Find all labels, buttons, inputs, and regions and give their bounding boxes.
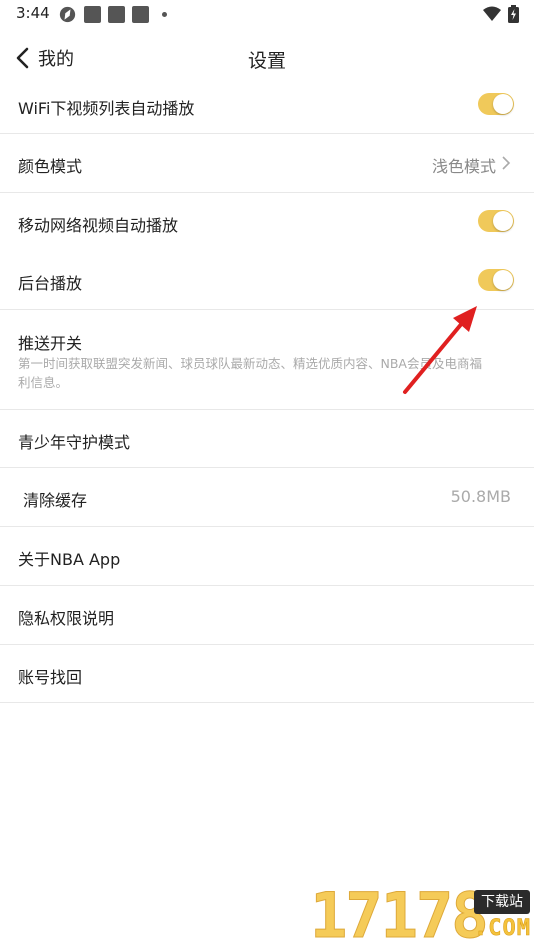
toggle-knob bbox=[493, 270, 513, 290]
annotation-arrow bbox=[403, 306, 477, 394]
setting-label: 清除缓存 bbox=[23, 491, 88, 510]
toggle-knob bbox=[493, 94, 513, 114]
color-mode-value: 浅色模式 bbox=[431, 157, 496, 176]
status-time: 3:44 bbox=[16, 4, 50, 22]
setting-label: 颜色模式 bbox=[18, 157, 83, 176]
setting-youth-mode[interactable]: 青少年守护模式 bbox=[0, 410, 534, 468]
setting-label: WiFi下视频列表自动播放 bbox=[18, 99, 195, 118]
setting-label: 推送开关 bbox=[18, 334, 83, 353]
background-play-toggle[interactable] bbox=[478, 269, 514, 291]
setting-privacy[interactable]: 隐私权限说明 bbox=[0, 586, 534, 645]
setting-about[interactable]: 关于NBA App bbox=[0, 527, 534, 586]
watermark-suffix: .COM bbox=[474, 916, 531, 942]
toggle-knob bbox=[493, 211, 513, 231]
battery-charging-icon bbox=[508, 5, 519, 23]
setting-label: 后台播放 bbox=[18, 274, 83, 293]
setting-label: 青少年守护模式 bbox=[18, 433, 131, 452]
setting-account-recovery[interactable]: 账号找回 bbox=[0, 645, 534, 703]
watermark-logo: 17178 下载站 .COM bbox=[308, 879, 534, 950]
setting-label: 关于NBA App bbox=[18, 550, 121, 569]
notification-square-icon bbox=[108, 6, 125, 23]
cache-size-value: 50.8MB bbox=[450, 487, 511, 506]
more-dot-icon bbox=[162, 12, 167, 17]
setting-color-mode[interactable]: 颜色模式 浅色模式 bbox=[0, 134, 534, 193]
mobile-autoplay-toggle[interactable] bbox=[478, 210, 514, 232]
setting-label: 隐私权限说明 bbox=[18, 609, 115, 628]
wifi-icon bbox=[483, 6, 501, 21]
notification-square-icon bbox=[84, 6, 101, 23]
setting-clear-cache[interactable]: 清除缓存 50.8MB bbox=[0, 468, 534, 527]
setting-label: 移动网络视频自动播放 bbox=[18, 216, 179, 235]
watermark-tag: 下载站 bbox=[474, 890, 530, 914]
chevron-right-icon bbox=[502, 156, 511, 170]
wifi-autoplay-toggle[interactable] bbox=[478, 93, 514, 115]
status-bar: 3:44 bbox=[0, 0, 534, 30]
sync-icon bbox=[59, 6, 76, 23]
setting-mobile-autoplay: 移动网络视频自动播放 bbox=[0, 193, 534, 251]
page-title: 设置 bbox=[247, 50, 286, 72]
watermark-number: 17178 bbox=[310, 879, 490, 950]
setting-wifi-autoplay: WiFi下视频列表自动播放 bbox=[0, 76, 534, 134]
setting-label: 账号找回 bbox=[18, 668, 83, 687]
notification-square-icon bbox=[132, 6, 149, 23]
